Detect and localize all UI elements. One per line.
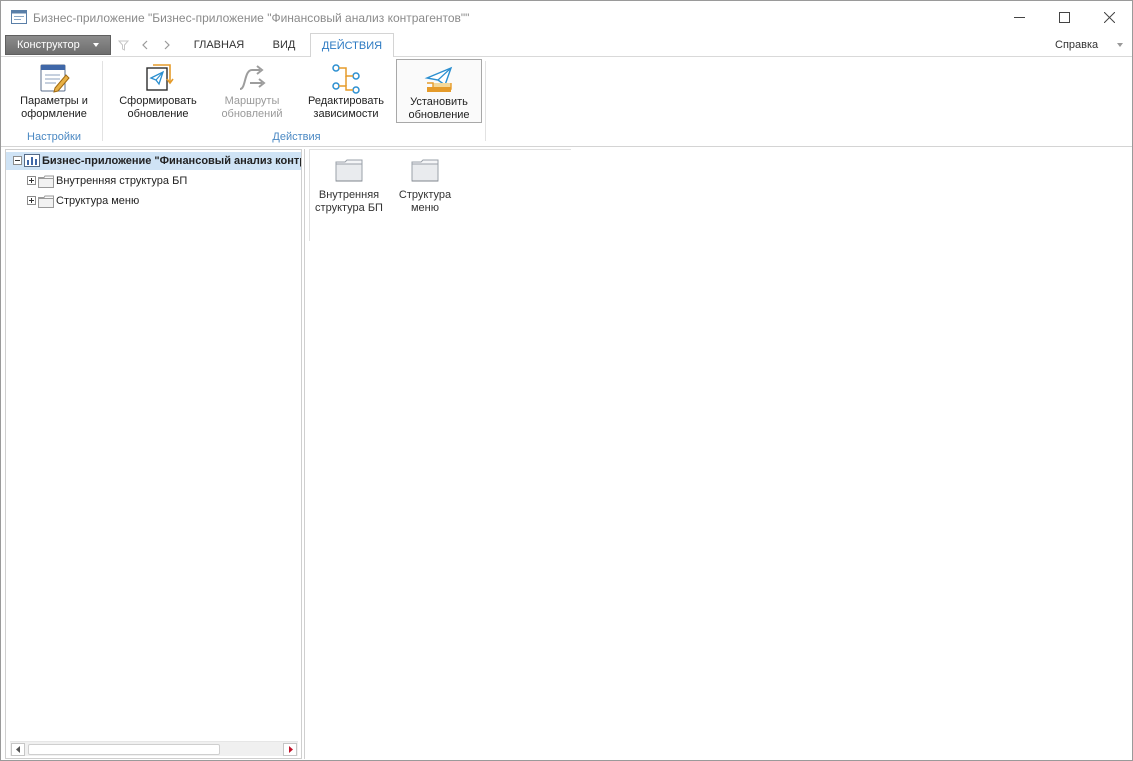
label-line: обновление	[127, 108, 189, 120]
collapse-toggle[interactable]	[13, 156, 22, 165]
forward-button[interactable]	[158, 36, 176, 54]
filter-icon	[117, 40, 129, 51]
content-item-menu-structure[interactable]: Структура меню	[385, 155, 465, 239]
tree-root-label: Бизнес-приложение "Финансовый анализ кон…	[42, 155, 301, 167]
app-window-icon	[11, 10, 27, 24]
ribbon-panel: Параметры и оформление Настройки Сформир…	[1, 57, 1132, 174]
close-icon	[1103, 11, 1115, 23]
label-line: Установить	[410, 96, 468, 108]
scroll-right-button[interactable]	[283, 743, 297, 756]
settings-form-button[interactable]: Параметры и оформление	[11, 59, 97, 123]
scroll-left-button[interactable]	[11, 743, 25, 756]
group-label-actions: Действия	[272, 131, 321, 143]
group-separator	[485, 61, 486, 141]
folder-icon	[38, 175, 54, 188]
content-item-label: Внутренняя структура БП	[309, 189, 389, 215]
designer-label: Конструктор	[17, 39, 80, 51]
content-view-panel: Внутренняя структура БП Структура меню	[304, 149, 1132, 759]
back-button[interactable]	[136, 36, 154, 54]
tree-node-root[interactable]: Бизнес-приложение "Финансовый анализ кон…	[6, 152, 301, 170]
install-update-label: Установить обновление	[397, 96, 481, 122]
label-line: Маршруты	[224, 95, 280, 107]
tree-node-menu-structure[interactable]: Структура меню	[6, 192, 301, 210]
create-update-icon	[146, 64, 174, 91]
expand-toggle[interactable]	[27, 196, 36, 205]
caret-left-icon	[15, 746, 20, 753]
edit-dependencies-icon	[332, 64, 360, 94]
expand-toggle[interactable]	[27, 176, 36, 185]
designer-menu-button[interactable]: Конструктор	[5, 35, 111, 55]
update-routes-label: Маршруты обновлений	[211, 95, 293, 121]
scrollbar-thumb[interactable]	[28, 744, 220, 755]
filter-button[interactable]	[114, 36, 132, 54]
business-app-icon	[24, 154, 40, 167]
label-line: меню	[410, 202, 439, 214]
chevron-down-icon	[93, 43, 99, 47]
settings-form-label: Параметры и оформление	[11, 95, 97, 121]
title-bar: Бизнес-приложение "Бизнес-приложение "Фи…	[1, 1, 1132, 33]
minimize-button[interactable]	[996, 1, 1042, 33]
tab-actions[interactable]: ДЕЙСТВИЯ	[310, 33, 394, 58]
back-icon	[142, 40, 148, 50]
help-menu[interactable]: Справка	[1055, 39, 1098, 51]
content-item-label: Структура меню	[385, 189, 465, 215]
create-update-button[interactable]: Сформировать обновление	[111, 59, 205, 123]
tree-node-internal-structure[interactable]: Внутренняя структура БП	[6, 172, 301, 190]
window-title: Бизнес-приложение "Бизнес-приложение "Фи…	[33, 11, 470, 25]
forward-icon	[164, 40, 170, 50]
ribbon-tab-row: Конструктор ГЛАВНАЯ ВИД ДЕЙСТВИЯ Справка	[1, 33, 1132, 58]
navigation-tree-panel: Бизнес-приложение "Финансовый анализ кон…	[5, 149, 302, 759]
label-line: обновление	[408, 109, 470, 121]
view-border	[309, 149, 571, 150]
caret-right-icon	[288, 746, 293, 753]
update-routes-button[interactable]: Маршруты обновлений	[211, 59, 293, 123]
folder-icon	[335, 159, 363, 182]
install-update-button[interactable]: Установить обновление	[396, 59, 482, 123]
folder-icon	[411, 159, 439, 182]
horizontal-scrollbar[interactable]	[10, 741, 298, 756]
tree-node-label: Структура меню	[56, 195, 140, 207]
label-line: Редактировать	[308, 95, 384, 107]
label-line: зависимости	[313, 108, 379, 120]
edit-dependencies-label: Редактировать зависимости	[301, 95, 391, 121]
folder-icon	[38, 195, 54, 208]
content-item-internal-structure[interactable]: Внутренняя структура БП	[309, 155, 389, 239]
tree-node-label: Внутренняя структура БП	[56, 175, 188, 187]
tab-view[interactable]: ВИД	[259, 33, 309, 57]
label-line: Структура	[398, 189, 452, 201]
group-separator	[102, 61, 103, 141]
maximize-icon	[1058, 11, 1070, 23]
edit-dependencies-button[interactable]: Редактировать зависимости	[301, 59, 391, 123]
group-label-settings: Настройки	[27, 131, 81, 143]
label-line: Параметры и	[20, 95, 88, 107]
label-line: структура БП	[315, 202, 383, 214]
label-line: Сформировать	[119, 95, 197, 107]
close-button[interactable]	[1086, 1, 1132, 33]
settings-form-icon	[40, 64, 70, 93]
install-update-icon	[424, 66, 453, 92]
label-line: Внутренняя	[318, 189, 380, 201]
update-routes-icon	[239, 65, 266, 90]
chevron-down-icon[interactable]	[1117, 43, 1123, 47]
maximize-button[interactable]	[1041, 1, 1087, 33]
tab-home[interactable]: ГЛАВНАЯ	[183, 33, 255, 57]
minimize-icon	[1013, 16, 1025, 18]
label-line: обновлений	[221, 108, 283, 120]
create-update-label: Сформировать обновление	[111, 95, 205, 121]
app-window: Бизнес-приложение "Бизнес-приложение "Фи…	[0, 0, 1133, 761]
label-line: оформление	[21, 108, 87, 120]
